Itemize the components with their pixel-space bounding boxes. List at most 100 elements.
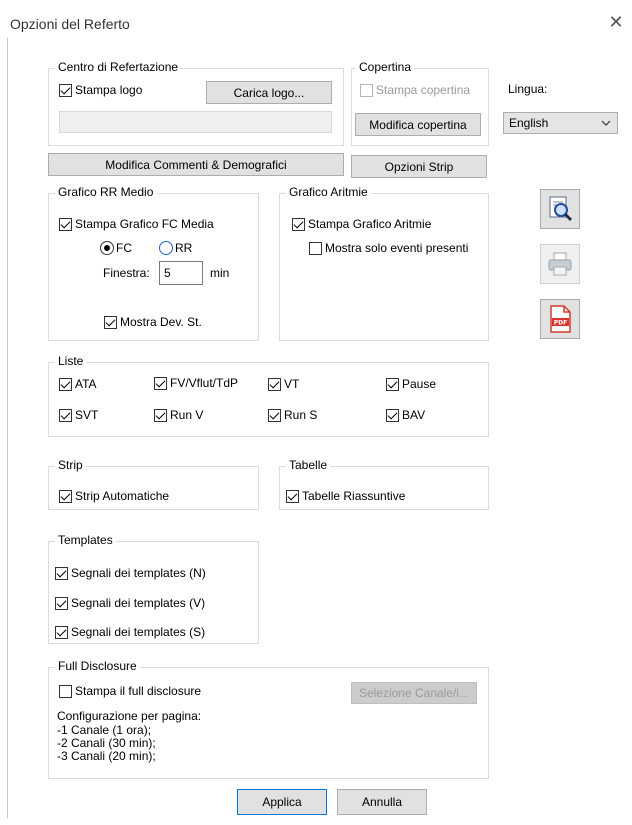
stampa-fc-box[interactable] — [59, 217, 72, 231]
finestra-input[interactable]: 5 — [159, 261, 203, 285]
stampa-logo-checkbox[interactable]: Stampa logo — [59, 83, 142, 97]
full-disclosure-box[interactable] — [59, 684, 72, 698]
stampa-copertina-label: Stampa copertina — [376, 83, 471, 97]
stampa-aritmie-box[interactable] — [292, 217, 305, 231]
centro-legend: Centro di Refertazione — [55, 60, 182, 74]
full-disclosure-label: Stampa il full disclosure — [75, 684, 202, 698]
close-icon[interactable]: ✕ — [606, 12, 626, 32]
template-v-label: Segnali dei templates (V) — [71, 596, 206, 610]
config-title: Configurazione per pagina: — [57, 709, 202, 723]
liste-svt-label: SVT — [75, 408, 99, 422]
finestra-label: Finestra: — [103, 266, 150, 280]
modifica-commenti-button[interactable]: Modifica Commenti & Demografici — [48, 153, 344, 176]
preview-button[interactable] — [540, 189, 580, 229]
config-line-3: -3 Canali (20 min); — [57, 749, 156, 763]
config-line-2: -2 Canali (30 min); — [57, 736, 156, 750]
liste-pause-box[interactable] — [386, 377, 399, 391]
stampa-logo-label: Stampa logo — [75, 83, 143, 97]
full-disclosure-legend: Full Disclosure — [55, 659, 140, 673]
pdf-button[interactable]: PDF — [540, 299, 580, 339]
applica-button[interactable]: Applica — [237, 789, 327, 815]
liste-runv-checkbox[interactable]: Run V — [154, 408, 203, 422]
selezione-canale-button[interactable]: Selezione Canale/i... — [351, 682, 477, 704]
lingua-value: English — [509, 116, 549, 130]
fc-radio-label: FC — [116, 241, 132, 255]
window-left-border — [7, 38, 8, 818]
preview-icon — [549, 196, 573, 222]
mostra-dev-box[interactable] — [104, 315, 117, 329]
liste-bav-label: BAV — [402, 408, 426, 422]
liste-svt-box[interactable] — [59, 408, 72, 422]
liste-pause-label: Pause — [402, 377, 437, 391]
rr-radio[interactable]: RR — [159, 241, 192, 255]
liste-pause-checkbox[interactable]: Pause — [386, 377, 436, 391]
logo-path-field — [59, 111, 332, 133]
liste-ata-checkbox[interactable]: ATA — [59, 377, 97, 391]
template-v-checkbox[interactable]: Segnali dei templates (V) — [55, 596, 205, 610]
liste-vt-checkbox[interactable]: VT — [268, 377, 299, 391]
liste-runs-checkbox[interactable]: Run S — [268, 408, 317, 422]
template-s-label: Segnali dei templates (S) — [71, 625, 206, 639]
template-n-label: Segnali dei templates (N) — [71, 566, 206, 580]
lingua-select[interactable]: English — [503, 112, 618, 134]
liste-runv-box[interactable] — [154, 408, 167, 422]
strip-auto-box[interactable] — [59, 489, 72, 503]
liste-fv-box[interactable] — [154, 376, 167, 390]
full-disclosure-checkbox[interactable]: Stampa il full disclosure — [59, 684, 201, 698]
rr-radio-dot[interactable] — [159, 241, 173, 255]
stampa-aritmie-checkbox[interactable]: Stampa Grafico Aritmie — [292, 217, 431, 231]
stampa-logo-box[interactable] — [59, 83, 72, 97]
modifica-copertina-button[interactable]: Modifica copertina — [355, 113, 481, 136]
liste-runs-label: Run S — [284, 408, 318, 422]
tabelle-group — [279, 466, 489, 510]
tabelle-riassuntive-checkbox[interactable]: Tabelle Riassuntive — [286, 489, 405, 503]
fc-radio-dot[interactable] — [100, 241, 114, 255]
liste-bav-checkbox[interactable]: BAV — [386, 408, 425, 422]
opzioni-strip-button[interactable]: Opzioni Strip — [351, 155, 487, 178]
centro-group — [48, 68, 344, 146]
aritmie-group — [279, 193, 489, 341]
lingua-label: Lingua: — [508, 82, 548, 96]
liste-fv-checkbox[interactable]: FV/Vflut/TdP — [154, 376, 238, 390]
mostra-dev-checkbox[interactable]: Mostra Dev. St. — [104, 315, 202, 329]
strip-auto-label: Strip Automatiche — [75, 489, 170, 503]
stampa-aritmie-label: Stampa Grafico Aritmie — [308, 217, 432, 231]
tabelle-riassuntive-label: Tabelle Riassuntive — [302, 489, 406, 503]
template-s-box[interactable] — [55, 625, 68, 639]
solo-eventi-checkbox[interactable]: Mostra solo eventi presenti — [309, 241, 468, 255]
chevron-down-icon — [601, 120, 611, 126]
rr-medio-legend: Grafico RR Medio — [55, 185, 157, 199]
print-button[interactable] — [540, 244, 580, 284]
liste-ata-box[interactable] — [59, 377, 72, 391]
carica-logo-button[interactable]: Carica logo... — [206, 81, 332, 104]
tabelle-legend: Tabelle — [286, 458, 331, 472]
stampa-copertina-box[interactable] — [360, 83, 373, 97]
stampa-fc-checkbox[interactable]: Stampa Grafico FC Media — [59, 217, 214, 231]
template-v-box[interactable] — [55, 596, 68, 610]
liste-vt-label: VT — [284, 377, 300, 391]
template-n-checkbox[interactable]: Segnali dei templates (N) — [55, 566, 206, 580]
window-title: Opzioni del Referto — [10, 16, 130, 32]
strip-legend: Strip — [55, 458, 86, 472]
fc-radio[interactable]: FC — [100, 241, 132, 255]
rr-radio-label: RR — [175, 241, 193, 255]
liste-legend: Liste — [55, 354, 87, 368]
solo-eventi-box[interactable] — [309, 241, 322, 255]
tabelle-riassuntive-box[interactable] — [286, 489, 299, 503]
mostra-dev-label: Mostra Dev. St. — [120, 315, 202, 329]
aritmie-legend: Grafico Aritmie — [286, 185, 371, 199]
strip-auto-checkbox[interactable]: Strip Automatiche — [59, 489, 169, 503]
finestra-unit: min — [210, 266, 230, 280]
liste-vt-box[interactable] — [268, 377, 281, 391]
stampa-copertina-checkbox[interactable]: Stampa copertina — [360, 83, 470, 97]
liste-bav-box[interactable] — [386, 408, 399, 422]
template-n-box[interactable] — [55, 566, 68, 580]
svg-text:PDF: PDF — [554, 320, 567, 327]
template-s-checkbox[interactable]: Segnali dei templates (S) — [55, 625, 205, 639]
annulla-button[interactable]: Annulla — [337, 789, 427, 815]
liste-runs-box[interactable] — [268, 408, 281, 422]
liste-group — [48, 362, 489, 437]
config-line-1: -1 Canale (1 ora); — [57, 723, 152, 737]
liste-svt-checkbox[interactable]: SVT — [59, 408, 98, 422]
solo-eventi-label: Mostra solo eventi presenti — [325, 241, 469, 255]
